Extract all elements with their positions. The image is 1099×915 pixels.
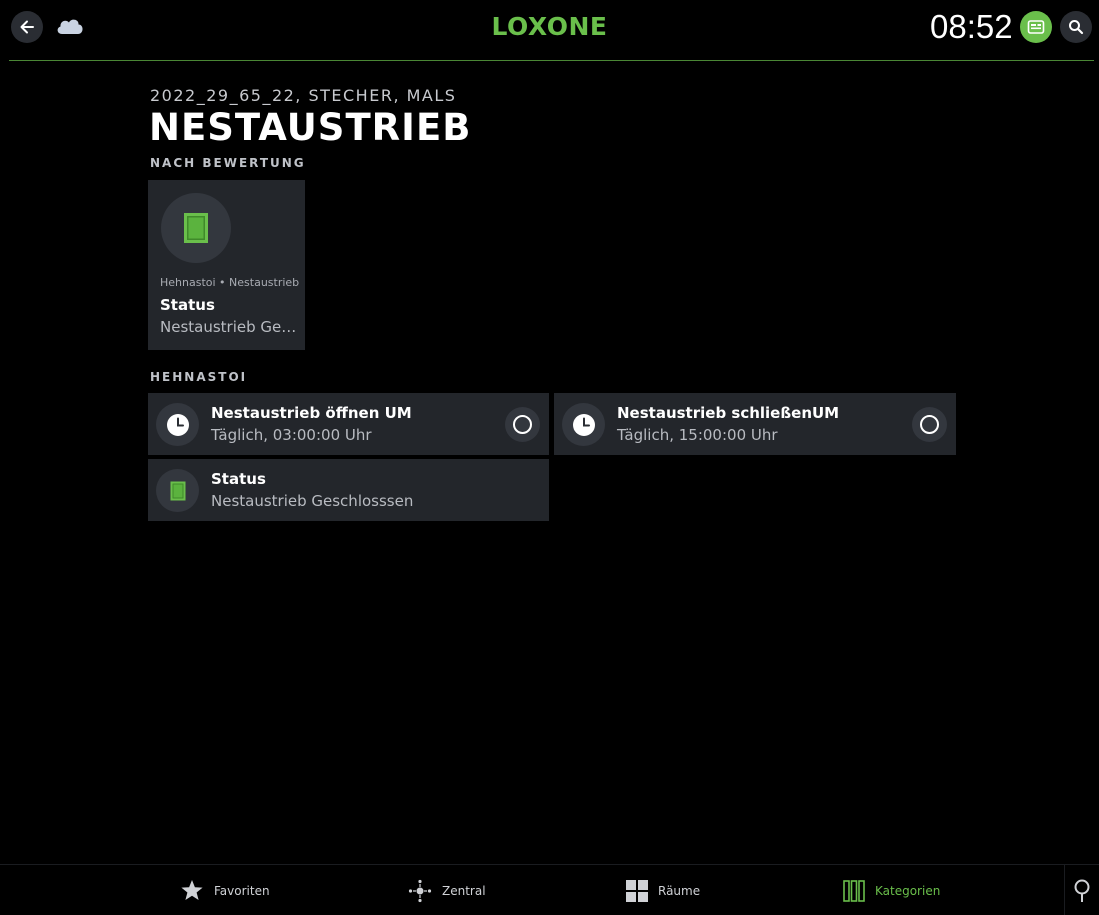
card-icon-wrap [156, 469, 199, 512]
status-card[interactable]: Status Nestaustrieb Geschlosssen [148, 459, 549, 521]
clock-icon [572, 413, 595, 436]
star-icon [181, 880, 203, 900]
schedule-card-close[interactable]: Nestaustrieb schließenUM Täglich, 15:00:… [554, 393, 956, 455]
header-divider [9, 60, 1094, 61]
section-label-room: HEHNASTOI [150, 370, 248, 384]
nav-label: Räume [658, 883, 701, 898]
nav-raeume[interactable]: Räume [626, 865, 700, 915]
card-title: Status [211, 470, 266, 488]
card-title: Nestaustrieb schließenUM [617, 404, 840, 422]
nav-label: Favoriten [214, 883, 270, 898]
circle-toggle-icon [513, 415, 532, 434]
bottom-navigation: Favoriten Zentral Räume Kategorien [0, 864, 1099, 915]
location-pin-icon [1074, 879, 1090, 902]
card-title: Nestaustrieb öffnen UM [211, 404, 412, 422]
nav-zentral[interactable]: Zentral [408, 865, 486, 915]
schedule-toggle-button[interactable] [505, 407, 540, 442]
door-icon [170, 481, 185, 500]
top-bar: LOXONE 08:52 [0, 0, 1099, 62]
rooms-grid-icon [626, 879, 648, 902]
categories-icon [843, 879, 865, 902]
schedule-card-open[interactable]: Nestaustrieb öffnen UM Täglich, 03:00:00… [148, 393, 549, 455]
card-subtitle: Täglich, 03:00:00 Uhr [211, 426, 372, 444]
nav-label: Kategorien [875, 883, 941, 898]
location-button[interactable] [1064, 865, 1099, 915]
card-subtitle: Täglich, 15:00:00 Uhr [617, 426, 778, 444]
notification-button[interactable] [1020, 11, 1052, 43]
card-icon-wrap [156, 403, 199, 446]
search-icon [1069, 20, 1084, 35]
door-icon [184, 213, 208, 243]
tile-room: Hehnastoi • Nestaustrieb [160, 276, 300, 289]
card-subtitle: Nestaustrieb Geschlosssen [211, 492, 414, 510]
tile-icon-wrap [161, 193, 231, 263]
nav-kategorien[interactable]: Kategorien [843, 865, 940, 915]
notification-icon [1027, 20, 1045, 34]
nav-favoriten[interactable]: Favoriten [180, 865, 270, 915]
central-icon [408, 879, 432, 902]
clock: 08:52 [930, 8, 1013, 45]
schedule-toggle-button[interactable] [912, 407, 947, 442]
search-button[interactable] [1060, 11, 1092, 43]
breadcrumb: 2022_29_65_22, STECHER, MALS [150, 86, 457, 105]
page-title: NESTAUSTRIEB [149, 106, 472, 149]
card-icon-wrap [562, 403, 605, 446]
status-tile[interactable]: Hehnastoi • Nestaustrieb Status Nestaust… [148, 180, 305, 350]
nav-label: Zentral [442, 883, 486, 898]
section-label-rated: NACH BEWERTUNG [150, 156, 306, 170]
circle-toggle-icon [920, 415, 939, 434]
tile-value: Nestaustrieb Ges... [160, 318, 300, 336]
tile-name: Status [160, 296, 215, 314]
clock-icon [166, 413, 189, 436]
